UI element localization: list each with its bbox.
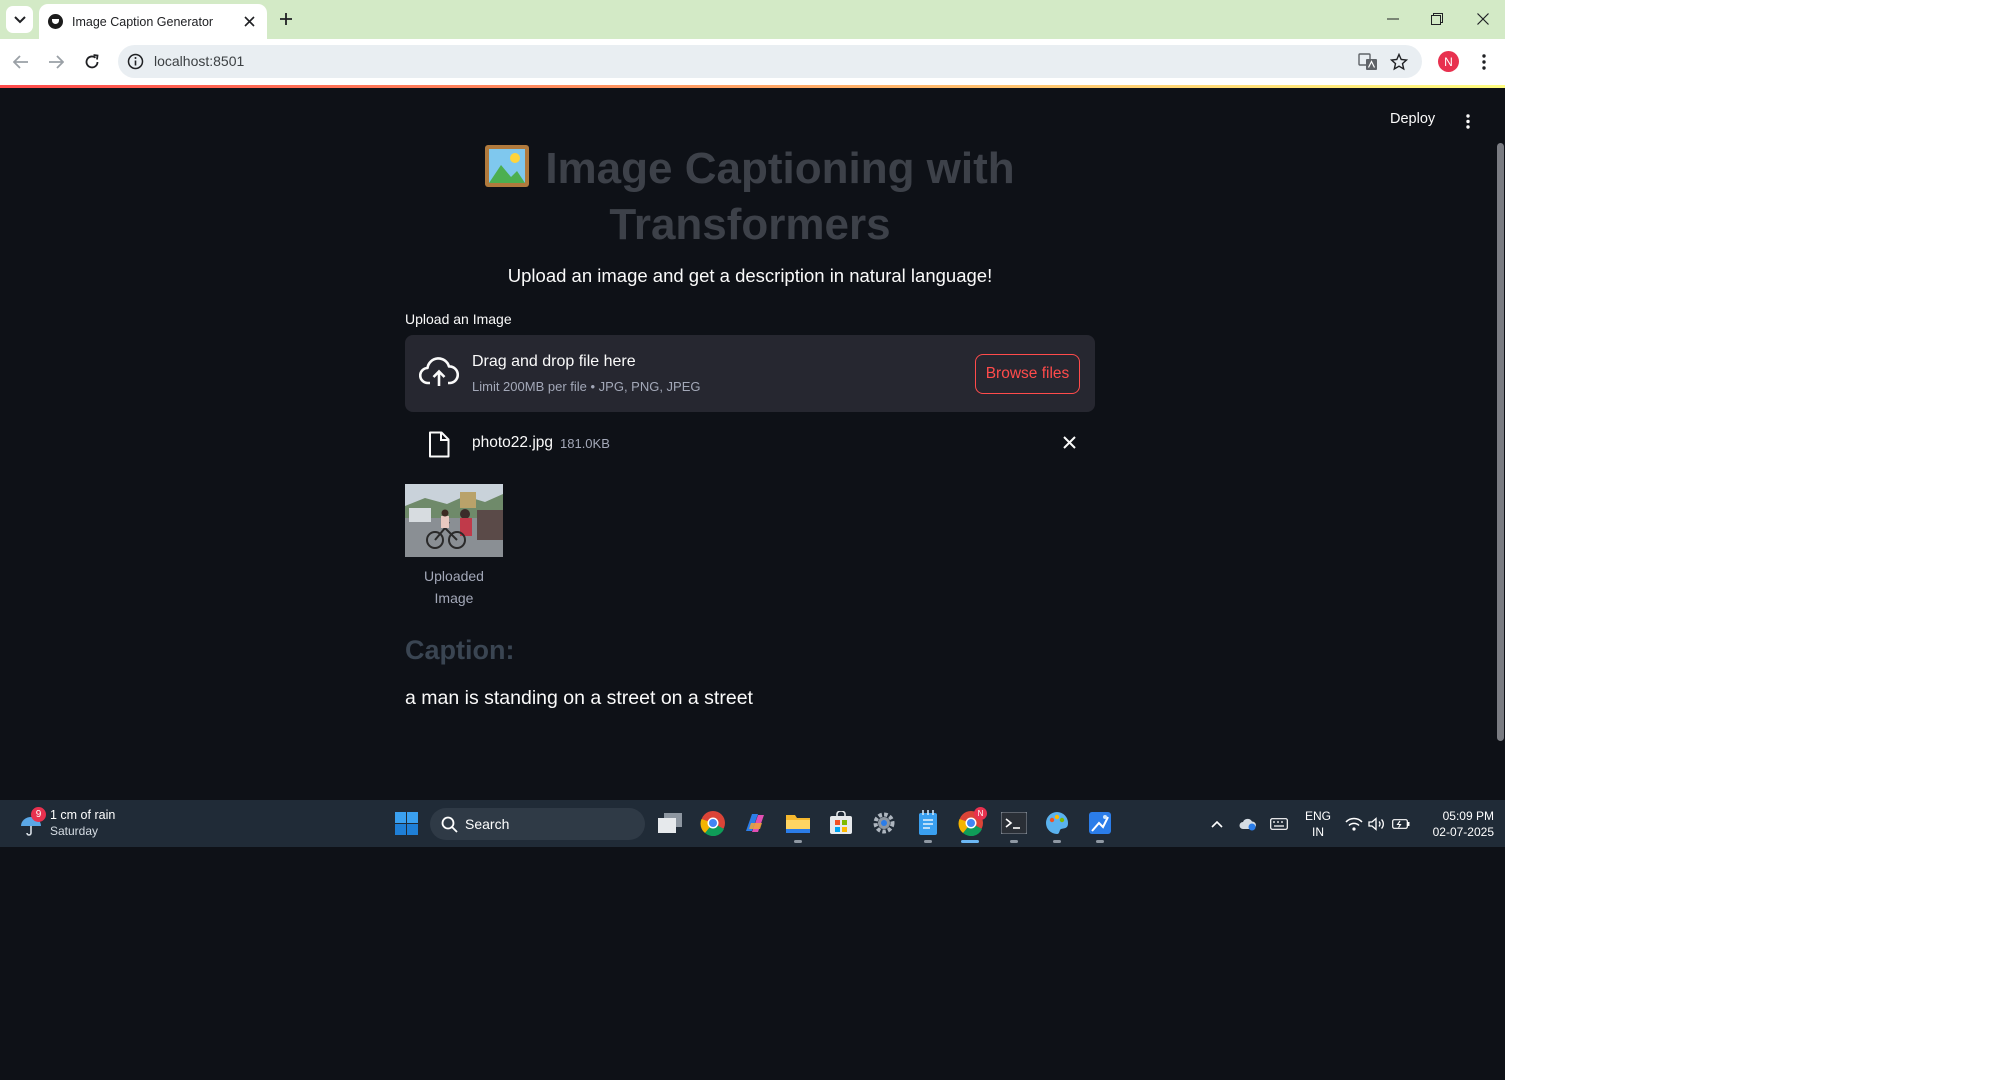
language-code: ENG bbox=[1304, 809, 1331, 823]
reload-icon bbox=[85, 54, 99, 69]
bookmark-star-icon[interactable] bbox=[1388, 51, 1410, 73]
weather-day: Saturday bbox=[50, 824, 99, 838]
screen: Image Caption Generator localhost:8501 N… bbox=[0, 0, 1505, 1080]
image-caption-line-1: Uploaded bbox=[424, 568, 484, 584]
search-icon bbox=[441, 816, 458, 833]
minimize-button[interactable] bbox=[1381, 8, 1405, 30]
running-indicator bbox=[1053, 840, 1061, 843]
image-caption-line-2: Image bbox=[434, 590, 474, 606]
settings-gear-icon[interactable] bbox=[870, 809, 898, 837]
framed-picture-icon bbox=[485, 145, 530, 199]
task-view-icon[interactable] bbox=[656, 809, 684, 837]
uploaded-file-name: photo22.jpg bbox=[472, 434, 554, 451]
chevron-down-icon bbox=[13, 15, 26, 23]
clock-date: 02-07-2025 bbox=[1432, 825, 1494, 839]
address-bar[interactable]: localhost:8501 bbox=[118, 45, 1422, 78]
uploaded-image bbox=[405, 484, 503, 557]
browser-toolbar: localhost:8501 N bbox=[0, 39, 1505, 85]
title-line-2: Transformers bbox=[609, 200, 891, 249]
back-button[interactable] bbox=[10, 51, 32, 73]
copilot-icon[interactable] bbox=[741, 809, 769, 837]
page-scrollbar[interactable] bbox=[1497, 143, 1504, 741]
close-window-button[interactable] bbox=[1471, 8, 1495, 30]
clock-time: 05:09 PM bbox=[1442, 809, 1494, 823]
new-tab-button[interactable] bbox=[276, 9, 296, 29]
volume-icon[interactable] bbox=[1368, 815, 1386, 833]
streamlit-favicon-icon bbox=[48, 14, 63, 29]
cloud-upload-icon bbox=[419, 357, 459, 386]
chevron-up-icon[interactable] bbox=[1208, 815, 1226, 833]
file-dropzone[interactable]: Drag and drop file here Limit 200MB per … bbox=[405, 335, 1095, 412]
running-indicator bbox=[924, 840, 932, 843]
tab-search-button[interactable] bbox=[6, 6, 33, 33]
streamlit-app: Deploy Image Captioning with Transformer… bbox=[0, 85, 1505, 800]
chrome-profile-badge: N bbox=[974, 807, 987, 820]
browser-titlebar: Image Caption Generator bbox=[0, 0, 1505, 39]
reload-button[interactable] bbox=[81, 51, 103, 73]
windows-taskbar: 9 1 cm of rain Saturday Search N ENG IN … bbox=[0, 800, 1505, 847]
close-icon bbox=[1477, 13, 1489, 25]
more-vertical-icon bbox=[1482, 54, 1486, 70]
profile-avatar[interactable]: N bbox=[1438, 51, 1459, 72]
onedrive-cloud-icon[interactable] bbox=[1239, 815, 1257, 833]
taskbar-search[interactable]: Search bbox=[430, 808, 645, 840]
file-icon bbox=[429, 431, 450, 458]
running-indicator bbox=[1096, 840, 1104, 843]
dropzone-instructions: Drag and drop file here bbox=[472, 353, 636, 370]
tab-close-button[interactable] bbox=[241, 14, 257, 30]
microsoft-store-icon[interactable] bbox=[827, 809, 855, 837]
battery-icon[interactable] bbox=[1392, 815, 1410, 833]
minimize-icon bbox=[1387, 18, 1399, 20]
system-clock[interactable]: 05:09 PM 02-07-2025 bbox=[1418, 808, 1494, 840]
subtitle: Upload an image and get a description in… bbox=[507, 265, 993, 286]
caption-heading: Caption: bbox=[405, 635, 515, 665]
browser-menu-button[interactable] bbox=[1474, 51, 1494, 73]
tab-title: Image Caption Generator bbox=[72, 14, 214, 29]
close-icon bbox=[243, 16, 255, 27]
remove-file-button[interactable] bbox=[1061, 434, 1077, 450]
weather-condition: 1 cm of rain bbox=[50, 808, 116, 822]
terminal-icon[interactable] bbox=[1000, 809, 1028, 837]
plus-icon bbox=[280, 13, 292, 25]
chrome-icon[interactable] bbox=[699, 809, 727, 837]
keyboard-icon[interactable] bbox=[1270, 815, 1288, 833]
running-indicator bbox=[794, 840, 802, 843]
running-indicator bbox=[1010, 840, 1018, 843]
page-title: Image Captioning with Transformers bbox=[405, 143, 1095, 251]
generated-caption: a man is standing on a street on a stree… bbox=[405, 687, 753, 709]
notepad-icon[interactable] bbox=[914, 809, 942, 837]
uploader-label: Upload an Image bbox=[405, 311, 512, 327]
arrow-left-icon bbox=[13, 55, 28, 69]
arrow-right-icon bbox=[49, 55, 64, 69]
uploaded-file-row: photo22.jpg 181.0KB bbox=[405, 425, 1095, 465]
input-language[interactable]: ENG IN bbox=[1302, 808, 1334, 840]
region-code: IN bbox=[1312, 825, 1324, 839]
browser-tab[interactable]: Image Caption Generator bbox=[39, 4, 267, 39]
active-app-indicator bbox=[961, 840, 979, 843]
browse-files-button[interactable]: Browse files bbox=[975, 354, 1080, 394]
more-vertical-icon bbox=[1466, 113, 1470, 129]
photos-icon[interactable] bbox=[1086, 809, 1114, 837]
url-text: localhost:8501 bbox=[154, 53, 245, 69]
site-info-icon[interactable] bbox=[126, 52, 145, 71]
uploaded-file-size: 181.0KB bbox=[560, 436, 610, 451]
paint-icon[interactable] bbox=[1043, 809, 1071, 837]
app-main-menu-button[interactable] bbox=[1459, 111, 1477, 131]
header-decoration-bar bbox=[0, 85, 1505, 88]
image-caption: Uploaded Image bbox=[405, 565, 503, 609]
close-icon bbox=[1062, 435, 1076, 449]
dropzone-limit: Limit 200MB per file • JPG, PNG, JPEG bbox=[472, 379, 701, 394]
forward-button[interactable] bbox=[45, 51, 67, 73]
title-line-1: Image Captioning with bbox=[545, 144, 1015, 193]
file-explorer-icon[interactable] bbox=[784, 809, 812, 837]
wifi-icon[interactable] bbox=[1345, 815, 1363, 833]
restore-button[interactable] bbox=[1425, 8, 1449, 30]
translate-icon[interactable] bbox=[1357, 51, 1379, 73]
windows-start-icon[interactable] bbox=[395, 812, 418, 835]
search-placeholder: Search bbox=[465, 816, 510, 832]
restore-icon bbox=[1431, 13, 1443, 25]
weather-badge: 9 bbox=[31, 807, 46, 822]
deploy-button[interactable]: Deploy bbox=[1390, 111, 1435, 127]
